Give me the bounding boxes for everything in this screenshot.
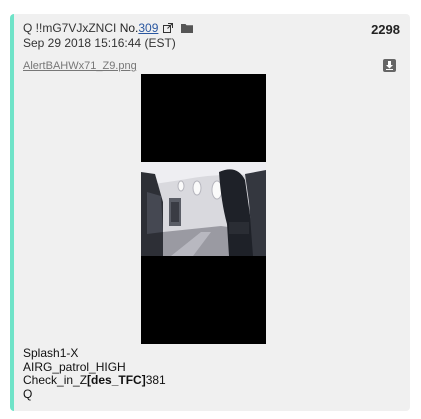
post-body-text: Check_in_Z [23,373,88,387]
post-body-line: Check_in_Z[des_TFC]381 [23,373,166,388]
folder-icon[interactable] [181,23,194,33]
attachment-filename-link[interactable]: AlertBAHWx71_Z9.png [23,60,137,72]
post-number-label: No. [119,21,139,35]
post-body-line: AIRG_patrol_HIGH [23,359,126,374]
external-link-icon[interactable] [162,23,173,33]
post-header: Q !!mG7VJxZNCI No.309 [23,21,194,35]
post-timestamp: Sep 29 2018 15:16:44 (EST) [23,36,176,50]
post-signature: Q [23,386,33,401]
download-icon [386,61,393,70]
post-number-link[interactable]: 309 [138,21,158,35]
post-body-line: Splash1-X [23,346,79,360]
attachment-image[interactable] [141,74,266,344]
post-body: Splash1-X AIRG_patrol_HIGH Check_in_Z[de… [23,346,166,401]
author-name: Q !!mG7VJxZNCI [23,21,117,35]
post-body-bold-text: [des_TFC] [87,373,146,387]
airplane-cabin-photo [141,74,266,344]
post-count: 2298 [371,22,400,37]
post-body-text: 381 [145,373,166,387]
post-card: Q !!mG7VJxZNCI No.309 Sep 29 2018 15:16:… [10,14,410,411]
download-button[interactable] [383,59,396,72]
